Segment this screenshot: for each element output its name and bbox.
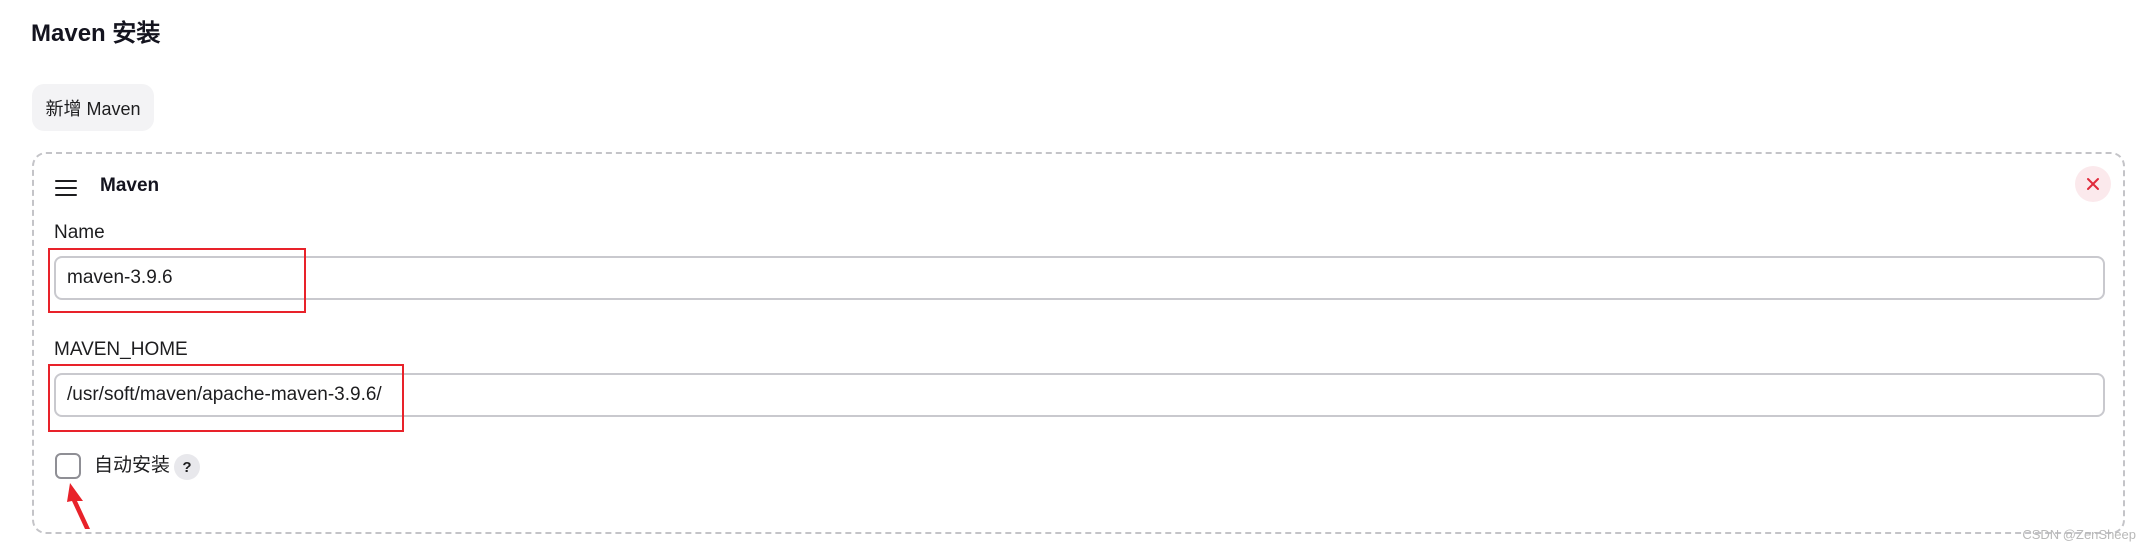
close-icon xyxy=(2087,178,2099,190)
arrow-icon xyxy=(67,483,90,529)
maven-installation-card: Maven Name maven-3.9.6 MAVEN_HOME /usr/s… xyxy=(32,152,2125,534)
drag-handle-icon[interactable] xyxy=(55,180,77,196)
card-title: Maven xyxy=(100,175,160,196)
name-input[interactable]: maven-3.9.6 xyxy=(54,256,2105,300)
section-title: Maven 安装 xyxy=(31,20,161,47)
auto-install-checkbox[interactable] xyxy=(55,453,81,479)
maven-home-input[interactable]: /usr/soft/maven/apache-maven-3.9.6/ xyxy=(54,373,2105,417)
maven-home-label: MAVEN_HOME xyxy=(54,339,188,360)
name-label: Name xyxy=(54,222,105,243)
watermark: CSDN @ZenSheep xyxy=(2022,527,2136,542)
add-maven-button[interactable]: 新增 Maven xyxy=(32,84,154,131)
delete-button[interactable] xyxy=(2075,166,2111,202)
help-button[interactable]: ? xyxy=(174,454,200,480)
auto-install-label[interactable]: 自动安装 xyxy=(94,452,170,480)
